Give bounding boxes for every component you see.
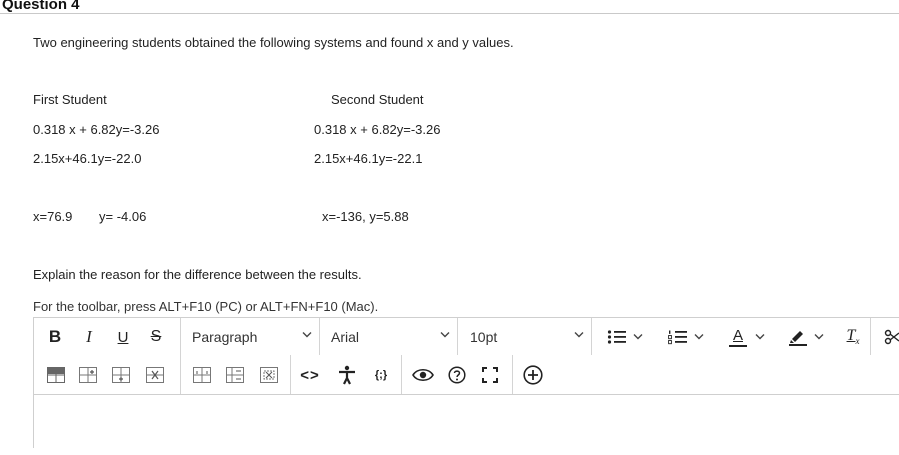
source-code-button[interactable]: <> — [299, 365, 321, 385]
block-format-value: Paragraph — [192, 328, 258, 345]
strikethrough-button[interactable]: S — [145, 327, 167, 347]
cell-properties-icon[interactable] — [259, 366, 279, 384]
font-family-value: Arial — [331, 328, 360, 345]
bullet-list-button[interactable] — [600, 326, 650, 348]
merge-cells-icon[interactable] — [192, 366, 212, 384]
toolbar-row-2: <> {;} — [34, 355, 899, 395]
chevron-down-icon — [440, 331, 450, 339]
toolbar-separator — [512, 355, 513, 394]
chevron-down-icon — [814, 333, 824, 341]
scissors-icon[interactable] — [882, 327, 899, 347]
bold-button[interactable]: B — [44, 327, 66, 347]
font-size-dropdown[interactable]: 10pt — [458, 318, 590, 355]
insert-row-icon[interactable] — [78, 366, 98, 384]
chevron-down-icon — [694, 333, 704, 341]
question-title: Question 4 — [2, 0, 80, 13]
clear-formatting-button[interactable]: Tx — [841, 326, 865, 348]
question-prompt: Two engineering students obtained the fo… — [33, 35, 514, 50]
chevron-down-icon — [755, 333, 765, 341]
first-student-heading: First Student — [33, 92, 107, 107]
font-family-dropdown[interactable]: Arial — [320, 318, 456, 355]
rich-text-editor: B I U S Paragraph Arial 10pt A Tx <> {;} — [33, 317, 899, 448]
toolbar-row-1: B I U S Paragraph Arial 10pt A Tx — [34, 318, 899, 355]
chevron-down-icon — [633, 333, 643, 341]
first-student-equation-2: 2.15x+46.1y=-22.0 — [33, 151, 142, 166]
toolbar-separator — [870, 318, 871, 355]
clear-formatting-icon: Tx — [846, 327, 860, 347]
accessibility-icon[interactable] — [336, 364, 358, 386]
chevron-down-icon — [302, 331, 312, 339]
math-equation-button[interactable]: {;} — [368, 366, 394, 384]
first-student-x-result: x=76.9 — [33, 209, 73, 224]
delete-table-icon[interactable] — [145, 366, 165, 384]
second-student-equation-1: 0.318 x + 6.82y=-3.26 — [314, 122, 441, 137]
block-format-dropdown[interactable]: Paragraph — [181, 318, 318, 355]
editor-content-area[interactable] — [34, 395, 899, 455]
explain-prompt: Explain the reason for the difference be… — [33, 267, 362, 282]
table-icon[interactable] — [46, 366, 66, 384]
toolbar-hint: For the toolbar, press ALT+F10 (PC) or A… — [33, 299, 379, 314]
first-student-y-result: y= -4.06 — [99, 209, 147, 224]
second-student-result: x=-136, y=5.88 — [322, 209, 409, 224]
text-color-button[interactable]: A — [722, 326, 772, 348]
highlight-color-button[interactable] — [781, 326, 831, 348]
header-divider — [0, 13, 899, 14]
toolbar-separator — [290, 355, 291, 394]
text-color-icon: A — [729, 328, 747, 347]
numbered-list-button[interactable] — [661, 326, 711, 348]
highlighter-icon — [788, 328, 808, 346]
split-cells-icon[interactable] — [225, 366, 245, 384]
add-content-plus-icon[interactable] — [522, 364, 544, 386]
preview-eye-icon[interactable] — [412, 364, 434, 386]
second-student-heading: Second Student — [331, 92, 424, 107]
chevron-down-icon — [574, 331, 584, 339]
second-student-equation-2: 2.15x+46.1y=-22.1 — [314, 151, 423, 166]
underline-button[interactable]: U — [112, 327, 134, 347]
toolbar-separator — [401, 355, 402, 394]
numbered-list-icon — [668, 329, 688, 345]
toolbar-separator — [591, 318, 592, 355]
bullet-list-icon — [607, 329, 627, 345]
toolbar-separator — [180, 355, 181, 394]
font-size-value: 10pt — [470, 328, 498, 345]
italic-button[interactable]: I — [78, 327, 100, 347]
fullscreen-icon[interactable] — [479, 364, 501, 386]
help-icon[interactable] — [446, 364, 468, 386]
first-student-equation-1: 0.318 x + 6.82y=-3.26 — [33, 122, 160, 137]
insert-column-icon[interactable] — [111, 366, 131, 384]
